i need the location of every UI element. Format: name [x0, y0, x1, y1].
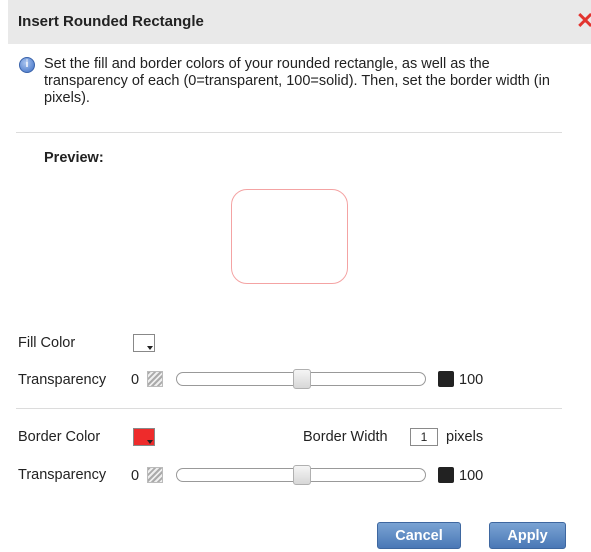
chevron-down-icon — [147, 346, 153, 350]
border-transparency-label: Transparency — [18, 467, 107, 483]
border-transparency-slider-handle[interactable] — [293, 465, 311, 485]
border-color-label: Border Color — [18, 429, 101, 445]
preview-label: Preview: — [44, 150, 104, 166]
info-glyph: i — [25, 59, 29, 70]
dialog-title: Insert Rounded Rectangle — [18, 13, 204, 30]
cancel-button[interactable]: Cancel — [377, 522, 461, 549]
border-color-picker[interactable] — [133, 428, 155, 446]
solid-icon — [438, 371, 454, 387]
fill-transparency-label: Transparency — [18, 372, 107, 388]
dialog-description: Set the fill and border colors of your r… — [44, 56, 550, 106]
info-icon: i — [19, 57, 35, 73]
dialog-titlebar: Insert Rounded Rectangle — [8, 0, 591, 44]
fill-transparency-min: 0 — [131, 372, 140, 388]
transparent-icon — [147, 371, 163, 387]
fill-transparency-slider[interactable] — [176, 369, 426, 389]
border-transparency-max: 100 — [459, 468, 484, 484]
solid-icon — [438, 467, 454, 483]
rounded-rectangle-preview — [231, 189, 348, 284]
close-icon[interactable]: ✕ — [576, 10, 591, 32]
fill-color-label: Fill Color — [18, 335, 76, 351]
border-width-unit: pixels — [446, 429, 484, 445]
border-transparency-slider[interactable] — [176, 465, 426, 485]
fill-color-picker[interactable] — [133, 334, 155, 352]
transparent-icon — [147, 467, 163, 483]
apply-button[interactable]: Apply — [489, 522, 566, 549]
fill-transparency-slider-handle[interactable] — [293, 369, 311, 389]
border-transparency-min: 0 — [131, 468, 140, 484]
chevron-down-icon — [147, 440, 153, 444]
border-width-label: Border Width — [303, 429, 388, 445]
divider — [16, 408, 562, 409]
border-width-input[interactable]: 1 — [410, 428, 438, 446]
divider — [16, 132, 562, 133]
fill-transparency-max: 100 — [459, 372, 484, 388]
